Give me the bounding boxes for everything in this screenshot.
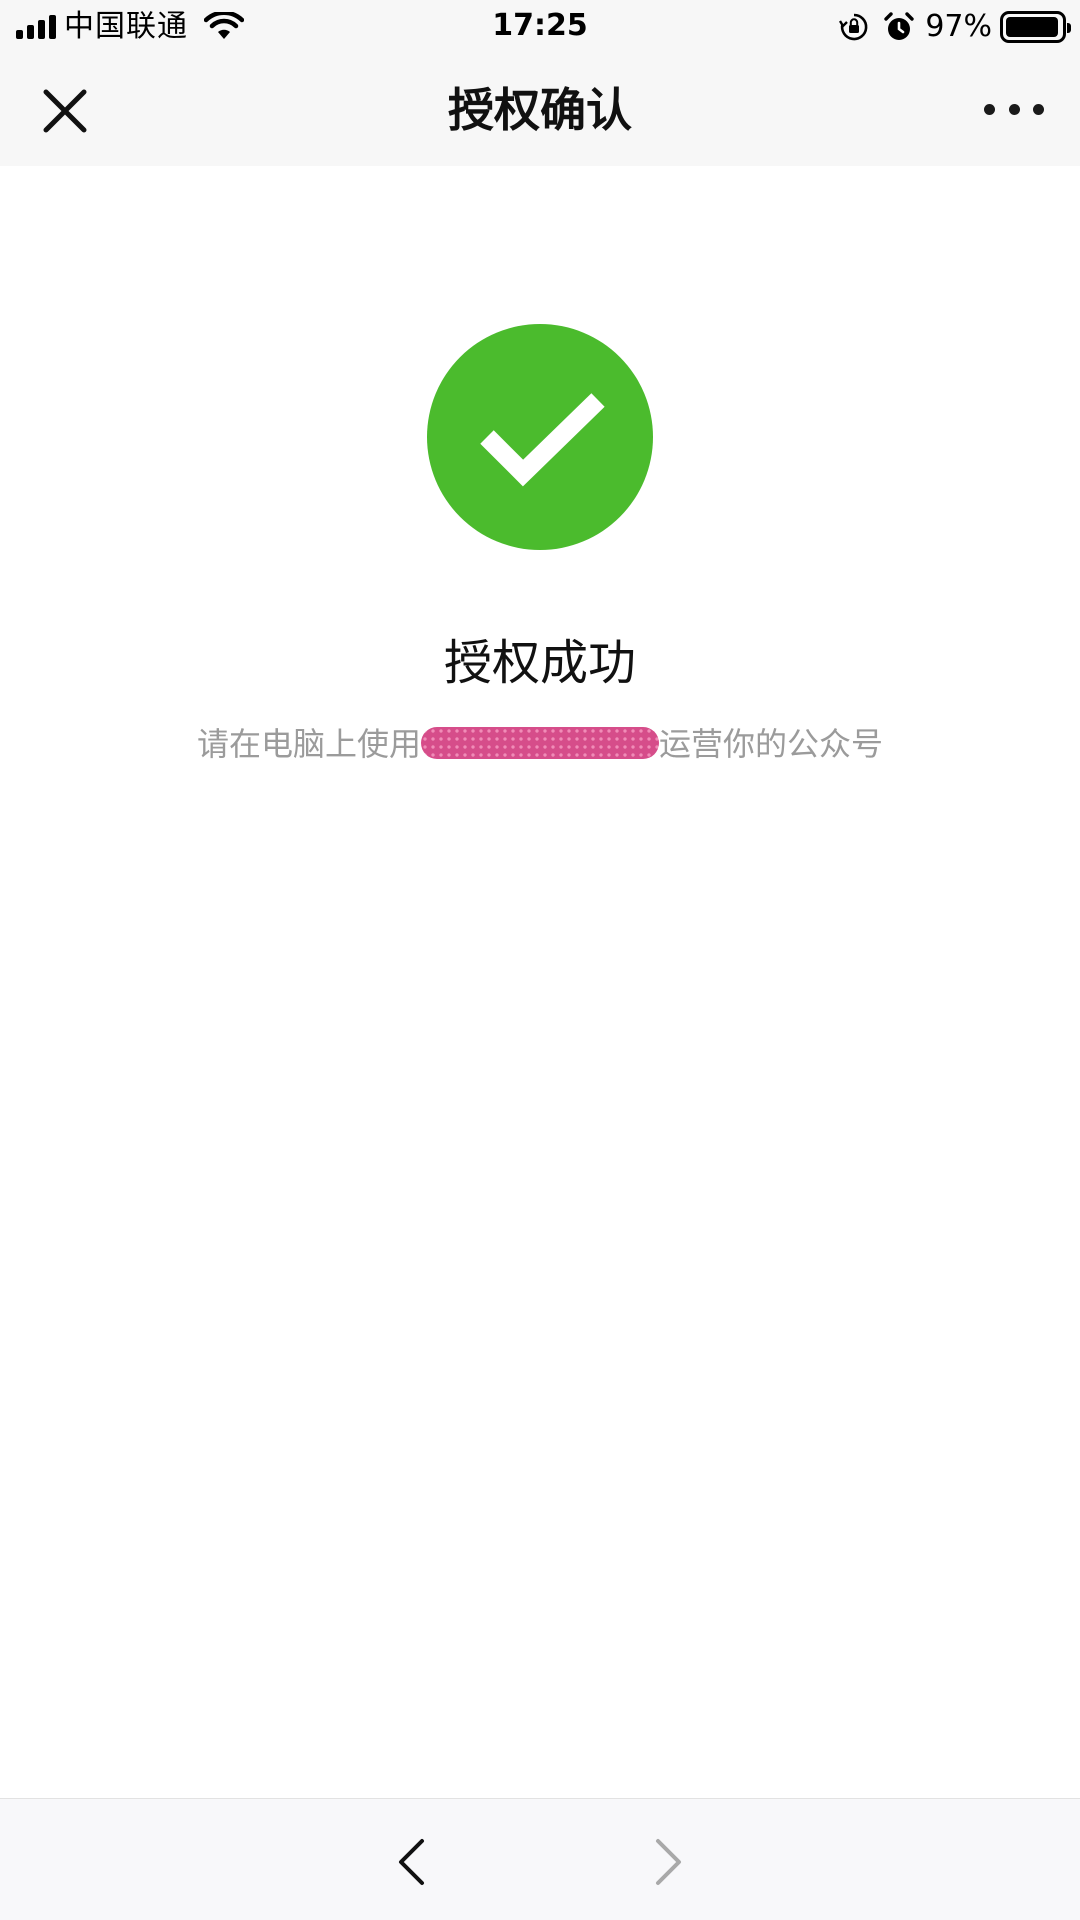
more-dot xyxy=(1033,103,1044,115)
status-bar-right: 97% xyxy=(839,9,1071,45)
success-check-icon xyxy=(427,324,653,550)
back-arrow-icon[interactable] xyxy=(392,1837,432,1887)
battery-icon xyxy=(1000,11,1071,43)
bottom-toolbar xyxy=(0,1798,1080,1920)
forward-arrow-icon[interactable] xyxy=(648,1837,688,1887)
description-suffix: 运营你的公众号 xyxy=(659,725,884,763)
success-title: 授权成功 xyxy=(443,635,636,691)
orientation-lock-icon xyxy=(839,13,868,41)
alarm-icon xyxy=(884,12,915,40)
redacted-text xyxy=(421,727,659,759)
battery-percent: 97% xyxy=(925,9,992,44)
checkmark-icon xyxy=(480,393,605,487)
page: 中国联通 17:25 97% 授权确认 授权成功 请在电脑上使用 运营你的公众号 xyxy=(0,0,1080,1920)
more-dot xyxy=(984,103,995,115)
success-description: 请在电脑上使用 运营你的公众号 xyxy=(0,722,1080,766)
navigation-bar: 授权确认 xyxy=(0,54,1080,166)
more-dot xyxy=(1008,103,1020,115)
status-bar: 中国联通 17:25 97% xyxy=(0,0,1080,54)
page-title: 授权确认 xyxy=(448,83,632,137)
battery-level xyxy=(1006,17,1059,37)
more-icon[interactable] xyxy=(984,94,1044,124)
description-prefix: 请在电脑上使用 xyxy=(196,725,421,763)
